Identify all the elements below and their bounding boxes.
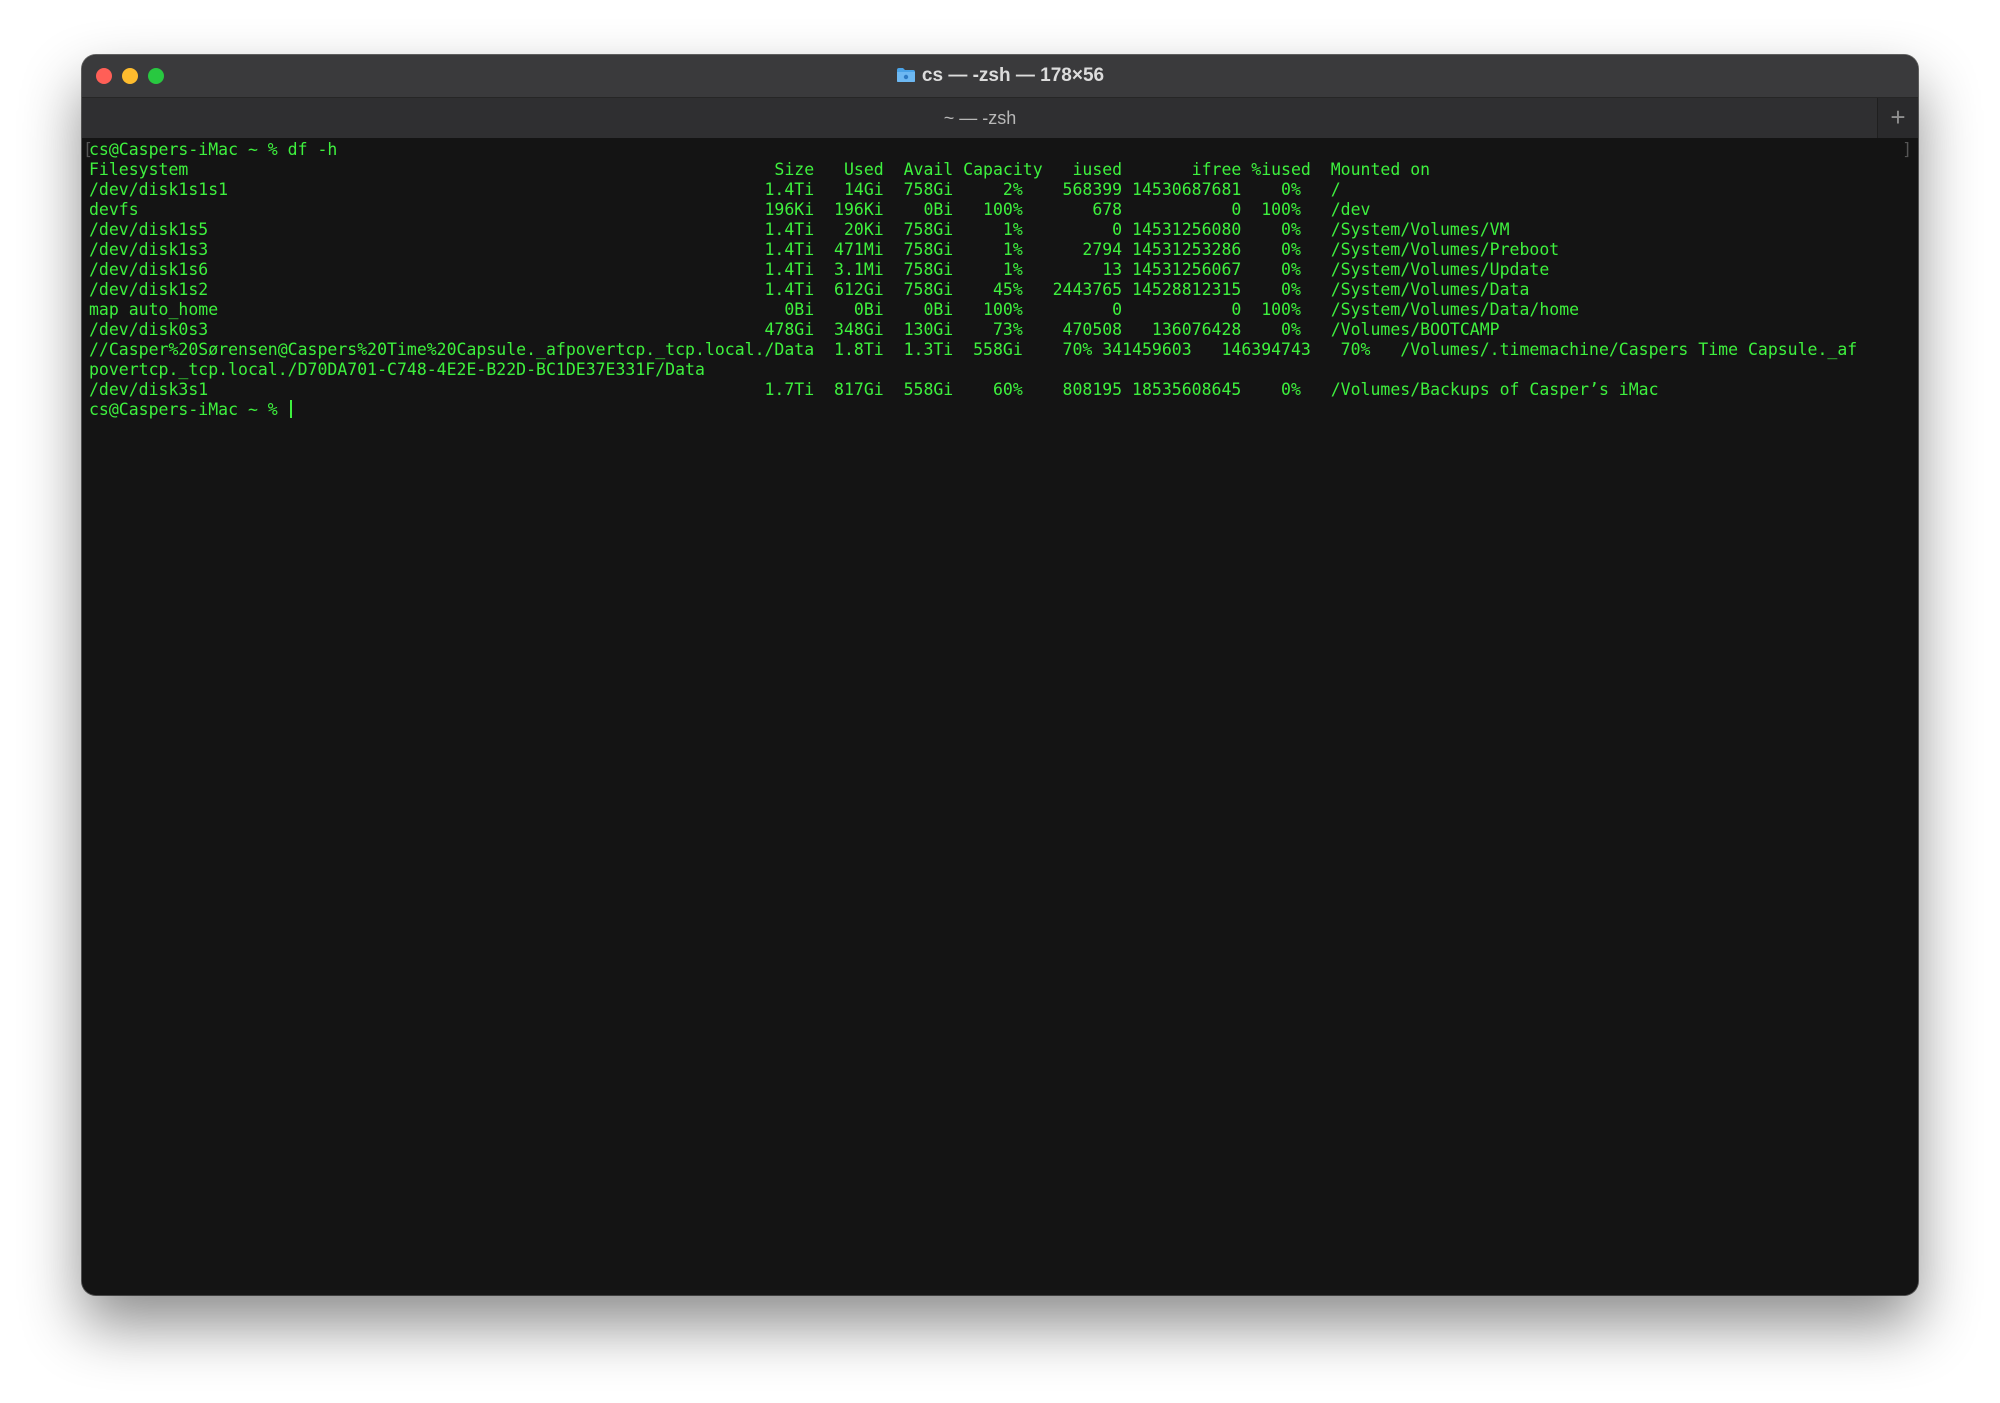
- terminal-line: /dev/disk3s1 1.7Ti 817Gi 558Gi 60% 80819…: [89, 380, 1659, 399]
- terminal-line: //Casper%20Sørensen@Caspers%20Time%20Cap…: [89, 340, 1858, 359]
- terminal-line: /dev/disk1s6 1.4Ti 3.1Mi 758Gi 1% 13 145…: [89, 260, 1550, 279]
- title-bar[interactable]: cs — -zsh — 178×56: [82, 55, 1918, 97]
- terminal-output[interactable]: [ ] cs@Caspers-iMac ~ % df -h Filesystem…: [82, 138, 1918, 1295]
- text-cursor: [289, 400, 292, 418]
- window-title: cs — -zsh — 178×56: [921, 65, 1105, 86]
- terminal-line-command: cs@Caspers-iMac ~ % df -h: [89, 140, 338, 159]
- mark-bracket-right: ]: [1902, 140, 1912, 159]
- tab-zsh[interactable]: ~ — -zsh: [82, 98, 1878, 138]
- terminal-prompt: cs@Caspers-iMac ~ %: [89, 400, 288, 419]
- terminal-line: /dev/disk0s3 478Gi 348Gi 130Gi 73% 47050…: [89, 320, 1500, 339]
- terminal-window: cs — -zsh — 178×56 ~ — -zsh + [ ] cs@Cas…: [82, 55, 1918, 1295]
- terminal-line-wrapped: povertcp._tcp.local./D70DA701-C748-4E2E-…: [89, 360, 705, 379]
- terminal-line: /dev/disk1s1s1 1.4Ti 14Gi 758Gi 2% 56839…: [89, 180, 1341, 199]
- terminal-line: map auto_home 0Bi 0Bi 0Bi 100% 0 0 100% …: [89, 300, 1580, 319]
- terminal-line: /dev/disk1s2 1.4Ti 612Gi 758Gi 45% 24437…: [89, 280, 1530, 299]
- terminal-prompt-line[interactable]: cs@Caspers-iMac ~ %: [89, 400, 292, 420]
- window-title-container: cs — -zsh — 178×56: [82, 65, 1918, 87]
- terminal-line: devfs 196Ki 196Ki 0Bi 100% 678 0 100% /d…: [89, 200, 1371, 219]
- tab-bar: ~ — -zsh +: [82, 97, 1918, 139]
- add-tab-button[interactable]: +: [1877, 98, 1918, 138]
- folder-icon: [896, 68, 915, 82]
- terminal-line-header: Filesystem Size Used Avail Capacity iuse…: [89, 160, 1431, 179]
- terminal-line: /dev/disk1s3 1.4Ti 471Mi 758Gi 1% 2794 1…: [89, 240, 1560, 259]
- terminal-line: /dev/disk1s5 1.4Ti 20Ki 758Gi 1% 0 14531…: [89, 220, 1510, 239]
